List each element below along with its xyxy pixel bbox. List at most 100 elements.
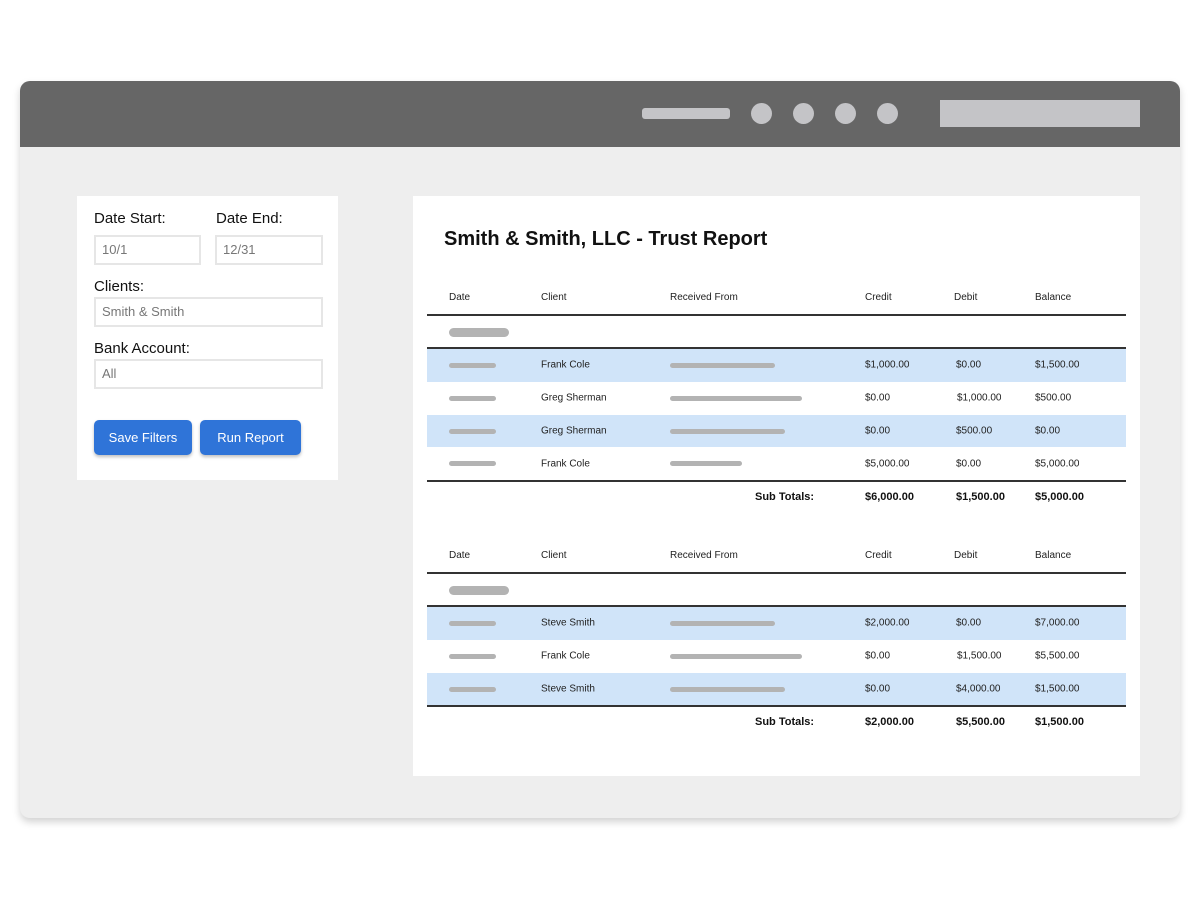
- client-cell: Frank Cole: [541, 458, 590, 470]
- subtotal-credit: $6,000.00: [865, 491, 914, 503]
- date-end-label: Date End:: [216, 210, 283, 227]
- date-start-label: Date Start:: [94, 210, 166, 227]
- column-header-client: Client: [541, 550, 567, 561]
- debit-cell: $0.00: [956, 458, 982, 470]
- window-control-dot[interactable]: [751, 103, 772, 124]
- subtotal-debit: $5,500.00: [956, 716, 1005, 729]
- table-row[interactable]: Frank Cole $1,000.00 $0.00 $1,500.00: [427, 349, 1126, 382]
- search-bar-placeholder[interactable]: [940, 100, 1140, 127]
- received-from-placeholder: [670, 363, 775, 368]
- column-header-debit: Debit: [954, 550, 978, 561]
- subtotal-balance: $5,000.00: [1035, 491, 1084, 503]
- group-label-placeholder: [449, 586, 509, 595]
- subtotals-row: Sub Totals: $2,000.00 $5,500.00 $1,500.0…: [427, 705, 1126, 733]
- client-cell: Greg Sherman: [541, 392, 607, 404]
- title-bar: [20, 81, 1180, 147]
- report-table: Date Client Received From Credit Debit B…: [427, 278, 1126, 508]
- run-report-button[interactable]: Run Report: [200, 420, 301, 455]
- group-row: [427, 574, 1126, 607]
- title-placeholder-bar: [642, 108, 730, 119]
- balance-cell: $500.00: [1035, 392, 1072, 404]
- balance-cell: $1,500.00: [1035, 359, 1080, 371]
- debit-cell: $0.00: [956, 617, 982, 629]
- bank-account-input[interactable]: All: [94, 359, 323, 389]
- column-header-debit: Debit: [954, 292, 978, 303]
- date-placeholder: [449, 428, 496, 434]
- subtotal-debit: $1,500.00: [956, 491, 1005, 503]
- date-placeholder: [449, 395, 496, 401]
- date-placeholder: [449, 686, 496, 692]
- clients-label: Clients:: [94, 278, 145, 295]
- save-filters-button[interactable]: Save Filters: [94, 420, 192, 455]
- date-end-input[interactable]: 12/31: [215, 235, 323, 265]
- client-cell: Greg Sherman: [541, 425, 607, 437]
- balance-cell: $7,000.00: [1035, 617, 1080, 629]
- balance-cell: $0.00: [1035, 425, 1061, 437]
- balance-cell: $5,000.00: [1035, 458, 1080, 470]
- credit-cell: $1,000.00: [865, 359, 910, 371]
- group-row: [427, 316, 1126, 349]
- window-control-dot[interactable]: [793, 103, 814, 124]
- date-placeholder: [449, 621, 496, 626]
- received-from-placeholder: [670, 395, 802, 401]
- subtotals-row: Sub Totals: $6,000.00 $1,500.00 $5,000.0…: [427, 480, 1126, 508]
- table-row[interactable]: Greg Sherman $0.00 $500.00 $0.00: [427, 414, 1126, 448]
- balance-cell: $5,500.00: [1035, 650, 1080, 662]
- credit-cell: $0.00: [865, 683, 891, 695]
- date-placeholder: [449, 653, 496, 659]
- clients-input[interactable]: Smith & Smith: [94, 297, 323, 327]
- received-from-placeholder: [670, 653, 802, 659]
- table-header: Date Client Received From Credit Debit B…: [427, 536, 1126, 574]
- debit-cell: $1,000.00: [957, 392, 1002, 404]
- credit-cell: $5,000.00: [865, 458, 910, 470]
- subtotal-credit: $2,000.00: [865, 716, 914, 729]
- received-from-placeholder: [670, 686, 785, 692]
- app-window: Date Start: Date End: 10/1 12/31 Clients…: [20, 81, 1180, 818]
- column-header-date: Date: [449, 550, 471, 561]
- table-row[interactable]: Frank Cole $0.00 $1,500.00 $5,500.00: [427, 640, 1126, 673]
- table-row[interactable]: Greg Sherman $0.00 $1,000.00 $500.00: [427, 382, 1126, 415]
- report-panel: Smith & Smith, LLC - Trust Report Date C…: [413, 196, 1140, 776]
- table-row[interactable]: Steve Smith $2,000.00 $0.00 $7,000.00: [427, 607, 1126, 640]
- debit-cell: $4,000.00: [956, 683, 1001, 695]
- group-label-placeholder: [449, 328, 509, 337]
- client-cell: Frank Cole: [541, 359, 590, 371]
- subtotals-label: Sub Totals:: [755, 491, 815, 503]
- debit-cell: $1,500.00: [957, 650, 1002, 662]
- filters-panel: Date Start: Date End: 10/1 12/31 Clients…: [77, 196, 338, 480]
- column-header-credit: Credit: [865, 292, 892, 303]
- column-header-received-from: Received From: [670, 292, 738, 303]
- client-cell: Steve Smith: [541, 683, 595, 695]
- client-cell: Steve Smith: [541, 617, 595, 629]
- column-header-received-from: Received From: [670, 550, 738, 561]
- report-table: Date Client Received From Credit Debit B…: [427, 536, 1126, 733]
- client-cell: Frank Cole: [541, 650, 590, 662]
- table-header: Date Client Received From Credit Debit B…: [427, 278, 1126, 316]
- subtotal-balance: $1,500.00: [1035, 716, 1084, 729]
- window-control-dot[interactable]: [835, 103, 856, 124]
- window-control-dot[interactable]: [877, 103, 898, 124]
- credit-cell: $2,000.00: [865, 617, 910, 629]
- credit-cell: $0.00: [865, 425, 891, 437]
- column-header-client: Client: [541, 292, 567, 303]
- column-header-balance: Balance: [1035, 292, 1072, 303]
- date-placeholder: [449, 363, 496, 368]
- received-from-placeholder: [670, 621, 775, 626]
- date-start-input[interactable]: 10/1: [94, 235, 201, 265]
- debit-cell: $0.00: [956, 359, 982, 371]
- column-header-date: Date: [449, 292, 471, 303]
- debit-cell: $500.00: [956, 425, 993, 437]
- received-from-placeholder: [670, 428, 785, 434]
- column-header-balance: Balance: [1035, 550, 1072, 561]
- bank-account-label: Bank Account:: [94, 340, 190, 357]
- credit-cell: $0.00: [865, 392, 891, 404]
- received-from-placeholder: [670, 461, 742, 467]
- report-title: Smith & Smith, LLC - Trust Report: [444, 228, 768, 250]
- column-header-credit: Credit: [865, 550, 892, 561]
- table-row[interactable]: Frank Cole $5,000.00 $0.00 $5,000.00: [427, 447, 1126, 480]
- table-row[interactable]: Steve Smith $0.00 $4,000.00 $1,500.00: [427, 672, 1126, 706]
- credit-cell: $0.00: [865, 650, 891, 662]
- balance-cell: $1,500.00: [1035, 683, 1080, 695]
- date-placeholder: [449, 461, 496, 467]
- subtotals-label: Sub Totals:: [755, 716, 815, 729]
